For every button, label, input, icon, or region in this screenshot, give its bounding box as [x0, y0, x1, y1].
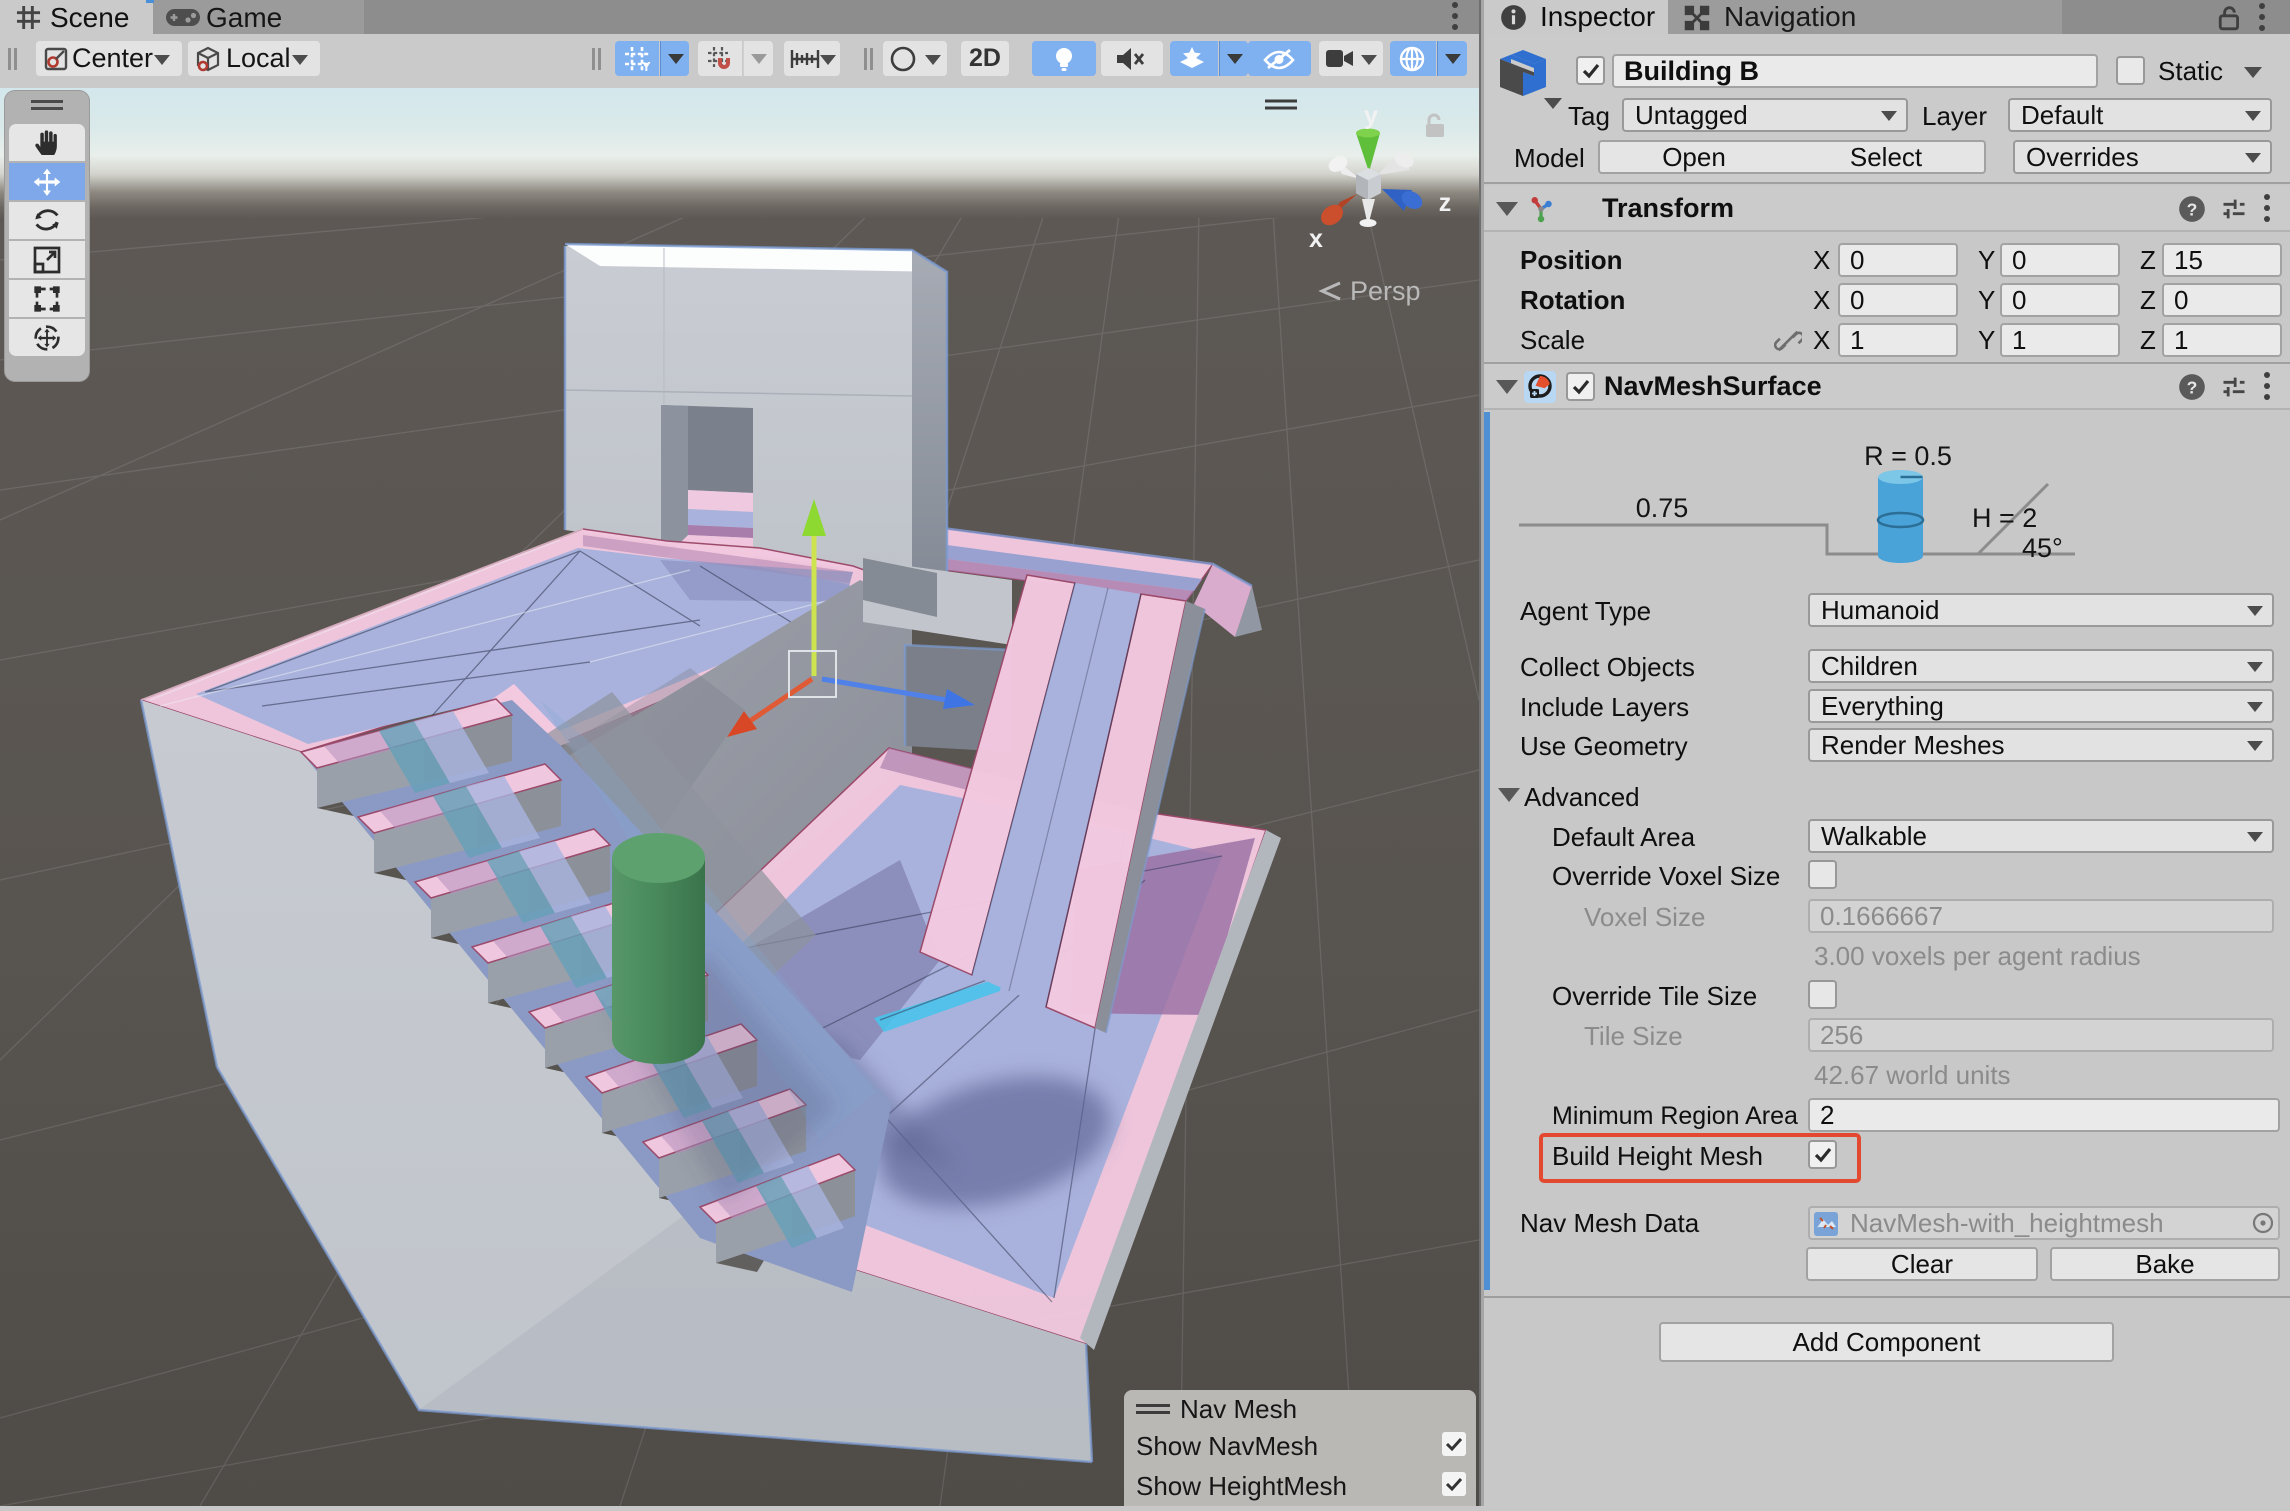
svg-text:Persp: Persp [1350, 276, 1421, 306]
svg-text:0.75: 0.75 [1636, 493, 1689, 523]
svg-text:?: ? [2187, 199, 2198, 219]
svg-text:45°: 45° [2022, 533, 2063, 563]
svg-text:x: x [1309, 225, 1323, 253]
svg-text:R = 0.5: R = 0.5 [1864, 441, 1952, 471]
svg-text:y: y [1364, 102, 1378, 130]
svg-text:z: z [1439, 189, 1452, 217]
svg-text:H = 2: H = 2 [1972, 503, 2037, 533]
svg-text:?: ? [2187, 377, 2198, 397]
svg-text:Y: Y [642, 59, 651, 73]
